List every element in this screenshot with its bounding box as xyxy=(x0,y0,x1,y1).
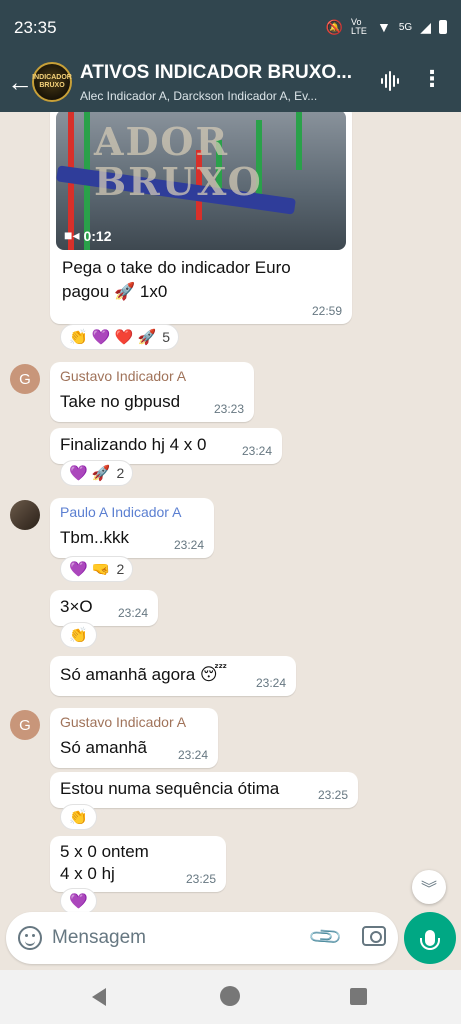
message-text: 5 x 0 ontem xyxy=(60,842,149,861)
signal-icon: ◢ xyxy=(420,18,431,35)
video-thumbnail[interactable]: ADOR BRUXO ■◂ 0:12 xyxy=(56,112,346,250)
nav-recents-icon[interactable] xyxy=(350,988,367,1005)
nav-back-icon[interactable] xyxy=(92,988,106,1006)
message-bubble[interactable]: ADOR BRUXO ■◂ 0:12 Pega o take do indica… xyxy=(50,112,352,324)
status-time: 23:35 xyxy=(14,18,57,37)
avatar[interactable] xyxy=(10,500,40,530)
sender-name[interactable]: Gustavo Indicador A xyxy=(60,368,244,384)
message-time: 23:25 xyxy=(185,872,216,886)
nav-home-icon[interactable] xyxy=(220,986,240,1006)
message-text: Só amanhã agora 😴 xyxy=(60,665,228,684)
sender-name[interactable]: Paulo A Indicador A xyxy=(60,504,204,520)
message-bubble[interactable]: Gustavo Indicador A Take no gbpusd 23:23 xyxy=(50,362,254,422)
group-avatar[interactable]: INDICADOR BRUXO xyxy=(32,62,72,102)
message-input[interactable] xyxy=(52,922,302,954)
avatar[interactable]: G xyxy=(10,710,40,740)
back-arrow-icon[interactable]: ← xyxy=(6,68,34,96)
message-time: 23:23 xyxy=(213,402,244,416)
paperclip-icon[interactable]: 📎 xyxy=(307,918,345,956)
message-bubble[interactable]: Só amanhã agora 😴 23:24 xyxy=(50,656,296,696)
5g-icon: 5G xyxy=(398,21,413,33)
message-time: 23:25 xyxy=(317,788,348,802)
reactions[interactable]: 💜 🚀 2 xyxy=(60,460,134,486)
chat-messages[interactable]: ADOR BRUXO ■◂ 0:12 Pega o take do indica… xyxy=(0,112,461,912)
message-time: 23:24 xyxy=(173,538,204,552)
message-bubble[interactable]: Estou numa sequência ótima 23:25 xyxy=(50,772,358,808)
message-bubble[interactable]: Finalizando hj 4 x 0 23:24 xyxy=(50,428,282,464)
message-bubble[interactable]: 3×O 23:24 xyxy=(50,590,158,626)
system-nav-bar xyxy=(0,970,461,1024)
message-text: Estou numa sequência ótima xyxy=(60,779,280,798)
wifi-icon: ▼ xyxy=(377,19,391,35)
reactions[interactable]: 👏 xyxy=(60,622,97,648)
message-time: 23:24 xyxy=(255,676,286,690)
video-watermark: ADOR BRUXO xyxy=(94,119,263,204)
message-time: 23:24 xyxy=(241,444,272,458)
status-icons: 🔕 Vo LTE ▼ 5G ◢ xyxy=(326,18,447,36)
message-time: 23:24 xyxy=(177,748,208,762)
message-text: Pega o take do indicador Euro pagou 🚀 1x… xyxy=(62,258,291,301)
video-duration: ■◂ 0:12 xyxy=(64,227,112,244)
reactions[interactable]: 💜 🤜 2 xyxy=(60,556,134,582)
more-options-icon[interactable]: ⋮ xyxy=(421,66,443,92)
battery-icon xyxy=(439,20,447,34)
message-bubble[interactable]: Paulo A Indicador A Tbm..kkk 23:24 xyxy=(50,498,214,558)
status-bar: 23:35 🔕 Vo LTE ▼ 5G ◢ xyxy=(0,0,461,56)
message-bubble[interactable]: 5 x 0 ontem 4 x 0 hj 23:25 xyxy=(50,836,226,892)
message-composer[interactable]: 📎 xyxy=(6,912,398,964)
message-time: 22:59 xyxy=(311,304,342,318)
video-camera-icon: ■◂ xyxy=(64,227,80,243)
message-text: Finalizando hj 4 x 0 xyxy=(60,435,207,454)
group-members[interactable]: Alec Indicador A, Darckson Indicador A, … xyxy=(80,89,370,103)
sender-name[interactable]: Gustavo Indicador A xyxy=(60,714,208,730)
reactions[interactable]: 💜 xyxy=(60,888,97,912)
message-bubble[interactable]: Gustavo Indicador A Só amanhã 23:24 xyxy=(50,708,218,768)
camera-icon[interactable] xyxy=(362,926,386,946)
reactions[interactable]: 👏 💜 ❤️ 🚀 5 xyxy=(60,324,180,350)
double-chevron-down-icon: ︾ xyxy=(420,881,437,898)
reactions[interactable]: 👏 xyxy=(60,804,97,830)
mute-icon: 🔕 xyxy=(325,18,344,35)
voice-message-button[interactable] xyxy=(404,912,456,964)
volte-icon: Vo LTE xyxy=(351,17,367,36)
emoji-icon[interactable] xyxy=(18,926,42,950)
chat-header[interactable]: ← INDICADOR BRUXO ATIVOS INDICADOR BRUXO… xyxy=(0,56,461,112)
microphone-icon xyxy=(420,930,440,950)
group-title[interactable]: ATIVOS INDICADOR BRUXO... xyxy=(80,62,370,84)
avatar[interactable]: G xyxy=(10,364,40,394)
scroll-to-bottom-button[interactable]: ︾ xyxy=(412,870,446,904)
voice-chat-icon[interactable] xyxy=(379,70,401,98)
message-time: 23:24 xyxy=(117,606,148,620)
